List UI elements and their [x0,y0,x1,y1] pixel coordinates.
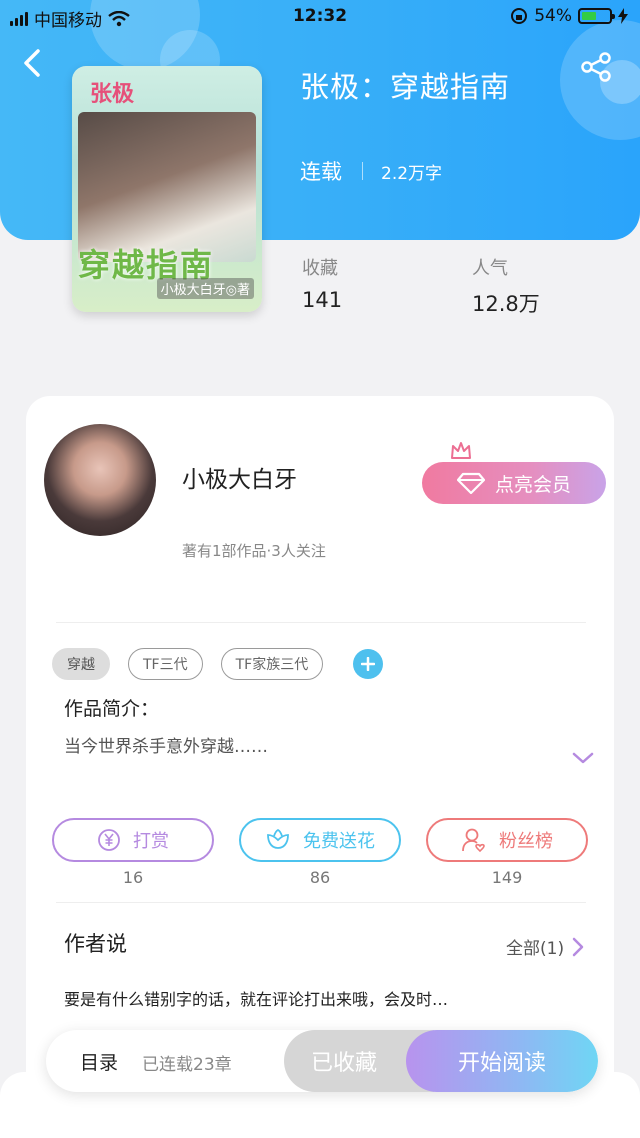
send-flower-button[interactable]: 免费送花 [239,818,401,862]
favorites-label: 收藏 [302,258,338,279]
cover-top-text: 张极 [90,82,135,107]
back-button[interactable] [22,48,52,82]
vip-label: 点亮会员 [494,473,571,496]
expand-intro-button[interactable] [572,750,594,769]
serial-status: 连载 [300,160,342,184]
author-avatar[interactable] [44,424,156,536]
tag-list: 穿越 TF三代 TF家族三代 [52,648,384,680]
toc-button[interactable]: 目录 [80,1048,118,1075]
fan-ranking-label: 粉丝榜 [499,831,553,852]
status-divider [362,162,363,180]
tag-item[interactable]: 穿越 [52,648,110,680]
favorites-value: 141 [302,288,343,312]
battery-percent: 54% [534,6,572,26]
send-flower-label: 免费送花 [303,831,375,852]
intro-text: 当今世界杀手意外穿越…… [64,737,268,757]
author-say-title: 作者说 [64,932,127,956]
fan-ranking-button[interactable]: 粉丝榜 [426,818,588,862]
fan-count: 149 [491,868,523,887]
plus-icon [361,657,376,671]
chevron-right-icon [572,937,584,956]
author-say-all-link[interactable]: 全部(1) [506,934,584,959]
popularity-value: 12.8万 [472,292,540,316]
word-count: 2.2万字 [381,163,443,184]
tip-button[interactable]: 打赏 [52,818,214,862]
favorites-stat: 收藏 141 [302,254,342,312]
tip-count: 16 [122,868,144,887]
chevron-left-icon [24,49,40,77]
intro-label: 作品简介： [64,698,160,720]
vip-button[interactable]: 点亮会员 [422,462,606,504]
book-title: 张极：穿越指南 [300,70,511,104]
share-button[interactable] [580,52,614,82]
divider [56,902,586,903]
tag-item[interactable]: TF三代 [128,648,203,680]
flower-count: 86 [309,868,331,887]
all-link-label: 全部(1) [506,939,565,959]
author-say-text: 要是有什么错别字的话，就在评论打出来哦，会及时… [64,990,449,1009]
yuan-icon [98,829,120,851]
fan-user-icon [462,828,485,853]
share-icon [581,52,611,82]
popularity-label: 人气 [472,258,508,279]
flower-icon [267,828,289,849]
tag-item[interactable]: TF家族三代 [220,648,324,680]
book-status-row: 连载 2.2万字 [300,156,442,186]
tip-label: 打赏 [133,831,169,852]
start-reading-button[interactable]: 开始阅读 [406,1030,598,1092]
author-name[interactable]: 小极大白牙 [182,460,297,494]
favorited-label: 已收藏 [310,1051,377,1076]
book-cover[interactable]: 张极 穿越指南 小极大白牙◎著 [72,66,262,312]
status-bar: 中国移动 12:32 54% [0,0,640,34]
cover-author: 小极大白牙◎著 [156,278,254,299]
crown-icon [451,442,471,459]
popularity-stat: 人气 12.8万 [472,254,540,318]
chevron-down-icon [572,752,594,764]
charging-icon [618,8,628,24]
add-tag-button[interactable] [353,649,384,679]
divider [56,622,586,623]
start-reading-label: 开始阅读 [457,1051,546,1076]
rotation-lock-icon [511,8,528,24]
diamond-icon [456,472,485,494]
chapter-count[interactable]: 已连载23章 [142,1050,232,1075]
bottom-action-bar: 目录 已连载23章 已收藏 开始阅读 [46,1030,598,1092]
author-meta: 著有1部作品·3人关注 [182,542,326,560]
battery-icon [578,8,615,24]
